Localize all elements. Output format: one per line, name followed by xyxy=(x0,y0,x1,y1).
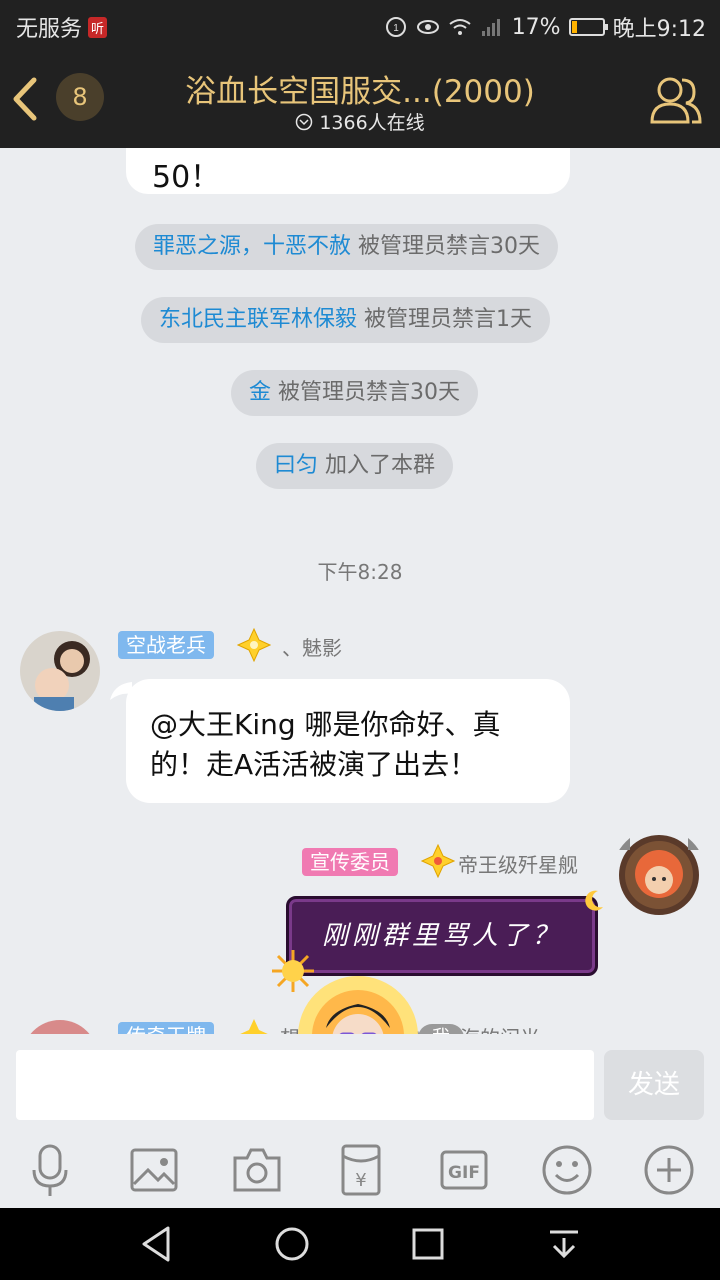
system-message: 东北民主联军林保毅 被管理员禁言1天 xyxy=(141,297,551,343)
cell-signal-icon xyxy=(481,19,500,36)
input-toolbar: ¥ GIF xyxy=(0,1136,720,1208)
input-bar: 发送 xyxy=(0,1034,720,1136)
avatar[interactable] xyxy=(20,631,100,711)
system-text: 被管理员禁言1天 xyxy=(357,307,533,332)
eye-icon xyxy=(416,20,439,34)
chevron-down-icon xyxy=(296,113,313,130)
status-bar: 无服务 听 1 17% 晚上9:12 xyxy=(0,0,720,50)
system-text: 加入了本群 xyxy=(318,453,436,478)
svg-text:GIF: GIF xyxy=(448,1163,480,1183)
system-nav-bar xyxy=(0,1208,720,1280)
red-packet-icon[interactable]: ¥ xyxy=(333,1142,389,1198)
message-bubble[interactable]: 刚刚群里骂人了？ xyxy=(286,896,598,976)
system-text: 被管理员禁言30天 xyxy=(351,234,541,259)
signal-1-icon: 1 xyxy=(385,17,406,37)
avatar[interactable] xyxy=(612,828,706,922)
member-title-tag: 宣传委员 xyxy=(302,848,398,876)
vip-diamond-icon xyxy=(421,844,455,878)
plus-icon[interactable] xyxy=(641,1142,697,1198)
me-label: 我 xyxy=(418,1024,464,1034)
emoji-icon[interactable] xyxy=(539,1142,595,1198)
user-photo xyxy=(612,828,706,922)
group-title[interactable]: 浴血长空国服交...(2000) xyxy=(140,66,580,111)
camera-icon[interactable] xyxy=(229,1142,285,1198)
chat-header: 8 浴血长空国服交...(2000) 1366人在线 xyxy=(0,50,720,148)
carrier-text: 无服务 xyxy=(16,17,83,42)
message-bubble[interactable]: @大王King 哪是你命好、真的！走A活活被演了出去！ xyxy=(126,679,570,803)
online-count[interactable]: 1366人在线 xyxy=(140,108,580,135)
system-message: 罪恶之源，十恶不赦 被管理员禁言30天 xyxy=(135,224,559,270)
sender-name[interactable]: 帝王级歼星舰 xyxy=(458,849,578,878)
system-message: 金 被管理员禁言30天 xyxy=(231,370,479,416)
nav-home-icon[interactable] xyxy=(272,1224,312,1264)
member-title-tag: 传奇王牌 xyxy=(118,1022,214,1034)
timestamp: 下午8:28 xyxy=(317,560,403,584)
message-input[interactable] xyxy=(16,1050,594,1120)
chat-messages[interactable]: 50！ 罪恶之源，十恶不赦 被管理员禁言30天 东北民主联军林保毅 被管理员禁言… xyxy=(0,148,720,1034)
nav-back-icon[interactable] xyxy=(136,1224,176,1264)
system-user-link[interactable]: 东北民主联军林保毅 xyxy=(159,307,357,332)
user-photo xyxy=(22,1020,98,1034)
image-icon[interactable] xyxy=(126,1142,182,1198)
message-bubble[interactable]: 50！ xyxy=(126,148,570,195)
nav-recents-icon[interactable] xyxy=(408,1224,448,1264)
group-members-icon[interactable] xyxy=(648,72,704,126)
user-photo xyxy=(20,631,100,711)
svg-text:¥: ¥ xyxy=(355,1170,366,1191)
system-user-link[interactable]: 曰匀 xyxy=(274,453,318,478)
system-text: 被管理员禁言30天 xyxy=(271,380,461,405)
system-message: 曰匀 加入了本群 xyxy=(256,443,454,489)
gif-icon[interactable]: GIF xyxy=(436,1142,492,1198)
moon-icon xyxy=(585,890,603,911)
avatar[interactable] xyxy=(22,1020,98,1034)
nav-notifications-icon[interactable] xyxy=(544,1224,584,1264)
message-text: 50！ xyxy=(152,160,221,195)
svg-text:1: 1 xyxy=(393,23,399,34)
system-user-link[interactable]: 罪恶之源，十恶不赦 xyxy=(153,234,351,259)
vip-diamond-icon xyxy=(240,1019,268,1034)
sun-icon xyxy=(272,950,314,992)
battery-icon xyxy=(568,18,608,36)
wifi-icon xyxy=(449,19,471,35)
clock: 晚上9:12 xyxy=(612,17,706,42)
send-button[interactable]: 发送 xyxy=(604,1050,704,1120)
vip-diamond-icon xyxy=(237,628,271,662)
mic-icon[interactable] xyxy=(22,1142,78,1198)
battery-percent: 17% xyxy=(511,14,561,40)
back-arrow-icon[interactable] xyxy=(10,76,40,122)
member-title-tag: 空战老兵 xyxy=(118,631,214,659)
message-text: @大王King 哪是你命好、真的！走A活活被演了出去！ xyxy=(150,708,501,781)
unread-count-badge[interactable]: 8 xyxy=(56,73,104,121)
system-user-link[interactable]: 金 xyxy=(249,380,271,405)
sender-name[interactable]: 、魅影 xyxy=(282,632,342,661)
message-text: 刚刚群里骂人了？ xyxy=(321,921,562,951)
listen-badge: 听 xyxy=(88,16,108,38)
online-count-text: 1366人在线 xyxy=(319,112,425,134)
